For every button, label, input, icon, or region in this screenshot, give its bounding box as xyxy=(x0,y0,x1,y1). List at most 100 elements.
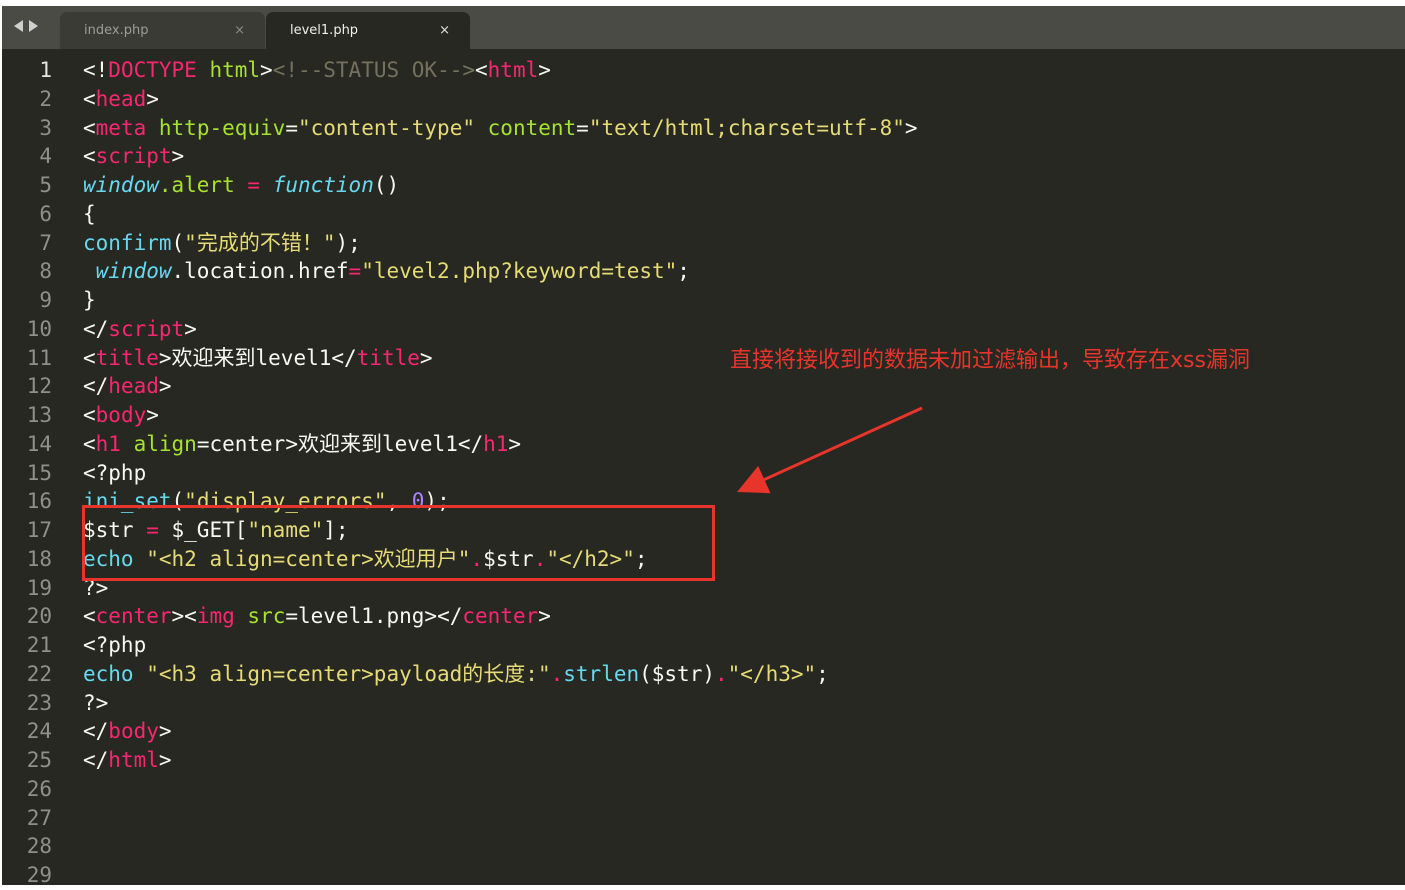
code-line[interactable]: 7 confirm("完成的不错！"); xyxy=(2,229,1405,258)
code-text: <body> xyxy=(83,401,159,430)
code-token: html xyxy=(209,58,261,82)
code-token: > xyxy=(184,316,197,341)
tab-next-icon[interactable] xyxy=(29,20,38,32)
code-token: center xyxy=(95,604,172,629)
code-token: </ xyxy=(83,748,109,772)
code-text: <head> xyxy=(83,85,159,114)
code-token: DOCTYPE xyxy=(108,58,197,82)
code-line[interactable]: 1 <!DOCTYPE html><!--STATUS OK--><html> xyxy=(2,56,1405,85)
code-line[interactable]: 2 <head> xyxy=(2,85,1405,114)
tab-prev-icon[interactable] xyxy=(14,20,23,32)
code-text: echo "<h3 align=center>payload的长度:".strl… xyxy=(83,660,829,689)
code-token: < xyxy=(83,604,96,629)
code-token: . xyxy=(550,661,564,686)
code-token: > xyxy=(538,58,551,82)
code-line[interactable]: 4 <script> xyxy=(2,142,1405,171)
line-number: 4 xyxy=(39,144,52,169)
line-number: 12 xyxy=(26,374,52,399)
code-token: ); xyxy=(335,230,361,255)
code-token: h1 xyxy=(95,431,121,456)
code-text: ?> xyxy=(83,689,108,718)
code-line[interactable]: 6{ xyxy=(2,200,1405,229)
line-number: 14 xyxy=(26,431,52,456)
code-token: "</h3>" xyxy=(727,661,817,686)
code-token: src xyxy=(247,604,286,629)
code-token: "level2.php?keyword=test" xyxy=(361,259,678,284)
code-line[interactable]: 26 xyxy=(2,775,1405,804)
code-token: h1 xyxy=(483,431,509,456)
code-token: ?> xyxy=(83,690,109,715)
code-line[interactable]: 25 </html> xyxy=(2,746,1405,775)
code-line[interactable]: 29 xyxy=(2,861,1405,890)
code-line[interactable]: 5 window.alert = function() xyxy=(2,171,1405,200)
tab-navigation xyxy=(14,20,38,32)
code-token: < xyxy=(184,604,197,629)
code-line[interactable]: 28 xyxy=(2,832,1405,861)
code-token: "<h3 align=center>payload的长度:" xyxy=(146,661,551,686)
code-token: title xyxy=(356,345,420,370)
code-token: ( xyxy=(171,230,185,255)
tab-bar: index.php × level1.php × xyxy=(2,6,1405,49)
code-text: </html> xyxy=(83,746,172,775)
code-token: >欢迎来到level1</ xyxy=(158,345,357,370)
code-token: < xyxy=(83,86,96,111)
line-number: 10 xyxy=(26,316,52,341)
code-line[interactable]: 21 <?php xyxy=(2,631,1405,660)
code-token: script xyxy=(108,316,185,341)
close-icon[interactable]: × xyxy=(439,23,450,38)
code-line[interactable]: 27 xyxy=(2,804,1405,833)
line-number: 16 xyxy=(26,489,52,514)
line-number: 21 xyxy=(26,633,52,657)
code-line[interactable]: 14 <h1 align=center>欢迎来到level1</h1> xyxy=(2,430,1405,459)
line-number: 6 xyxy=(39,201,52,226)
code-token: < xyxy=(83,431,96,456)
code-token: body xyxy=(108,719,159,744)
code-line[interactable]: 13 <body> xyxy=(2,401,1405,430)
line-number: 18 xyxy=(26,546,52,571)
line-number: 26 xyxy=(26,776,52,801)
annotation-text: 直接将接收到的数据未加过滤输出，导致存在xss漏洞 xyxy=(730,348,1250,373)
tab-level1-php[interactable]: level1.php × xyxy=(266,12,470,49)
code-text: window.location.href="level2.php?keyword… xyxy=(83,257,690,286)
code-token: > xyxy=(538,604,551,629)
code-token: ; xyxy=(816,661,829,686)
line-number: 29 xyxy=(26,863,52,887)
code-line[interactable]: 15 <?php xyxy=(2,459,1405,488)
code-text: } xyxy=(83,286,96,315)
code-text: <h1 align=center>欢迎来到level1</h1> xyxy=(83,430,521,459)
line-number: 25 xyxy=(26,748,52,772)
code-line[interactable]: 20 <center><img src=level1.png></center> xyxy=(2,602,1405,631)
code-line[interactable]: 9} xyxy=(2,286,1405,315)
line-number: 24 xyxy=(26,719,52,744)
code-text: <?php xyxy=(83,631,146,660)
code-token: > xyxy=(146,86,159,111)
tab-index-php[interactable]: index.php × xyxy=(60,12,265,49)
close-icon[interactable]: × xyxy=(234,23,245,38)
code-line[interactable]: 22 echo "<h3 align=center>payload的长度:".st… xyxy=(2,660,1405,689)
code-line[interactable]: 8 window.location.href="level2.php?keywo… xyxy=(2,257,1405,286)
code-text: </script> xyxy=(83,315,197,344)
code-token: < xyxy=(83,345,96,370)
code-editor[interactable]: 1 <!DOCTYPE html><!--STATUS OK--><html> 2 <… xyxy=(2,49,1405,887)
code-token: body xyxy=(95,403,147,427)
code-token: < xyxy=(83,144,96,169)
line-number: 3 xyxy=(39,115,52,140)
code-token: "text/html;charset=utf-8" xyxy=(588,115,905,140)
code-token: "完成的不错！" xyxy=(184,230,336,255)
code-token: script xyxy=(95,144,172,169)
code-text: </head> xyxy=(83,372,172,401)
code-line[interactable]: 3 <meta http-equiv="content-type" content… xyxy=(2,114,1405,143)
line-number: 5 xyxy=(39,173,52,197)
tab-label: level1.php xyxy=(290,23,359,38)
code-line[interactable]: 24 </body> xyxy=(2,717,1405,746)
code-line[interactable]: 23 ?> xyxy=(2,689,1405,718)
code-text: <script> xyxy=(83,142,184,171)
line-number: 22 xyxy=(26,661,52,686)
code-token: = xyxy=(576,115,589,140)
line-number: 17 xyxy=(26,518,52,542)
code-line[interactable]: 10 </script> xyxy=(2,315,1405,344)
code-line[interactable]: 12 </head> xyxy=(2,372,1405,401)
code-token: head xyxy=(95,86,147,111)
code-text: <!DOCTYPE html><!--STATUS OK--><html> xyxy=(83,56,551,85)
